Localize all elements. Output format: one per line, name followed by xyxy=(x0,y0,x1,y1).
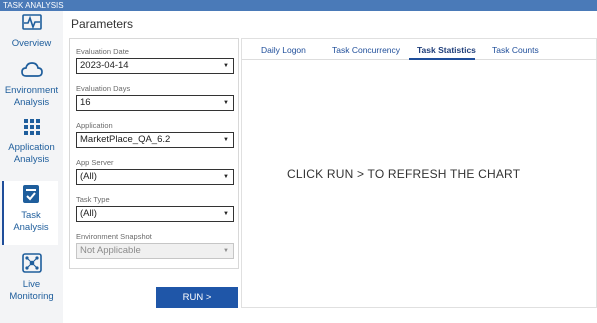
evaluation-days-value: 16 xyxy=(80,97,91,108)
sidebar: Overview Environment Analysis Applicatio… xyxy=(0,11,63,323)
evaluation-date-label: Evaluation Date xyxy=(76,47,129,56)
sidebar-item-task-analysis[interactable]: Task Analysis xyxy=(2,181,58,245)
chart-placeholder-message: CLICK RUN > TO REFRESH THE CHART xyxy=(287,167,521,181)
grid-icon xyxy=(0,118,63,140)
pulse-chart-icon xyxy=(0,14,63,36)
sidebar-item-application-analysis[interactable]: Application Analysis xyxy=(0,118,63,166)
run-button[interactable]: RUN > xyxy=(156,287,238,308)
active-tab-indicator xyxy=(409,58,475,60)
checklist-icon xyxy=(4,184,58,208)
chevron-down-icon: ▼ xyxy=(223,100,229,106)
sidebar-item-label: Task Analysis xyxy=(13,210,49,233)
tab-daily-logon[interactable]: Daily Logon xyxy=(261,45,306,55)
chart-panel: Daily Logon Task Concurrency Task Statis… xyxy=(241,38,597,308)
evaluation-days-label: Evaluation Days xyxy=(76,84,131,93)
environment-snapshot-select: Not Applicable ▼ xyxy=(76,243,234,259)
evaluation-date-select[interactable]: 2023-04-14 ▼ xyxy=(76,58,234,74)
sidebar-item-environment-analysis[interactable]: Environment Analysis xyxy=(0,61,63,109)
task-type-select[interactable]: (All) ▼ xyxy=(76,206,234,222)
page-title: Parameters xyxy=(71,17,134,31)
tab-task-statistics[interactable]: Task Statistics xyxy=(417,45,476,55)
window-title: TASK ANALYSIS xyxy=(0,0,597,11)
network-icon xyxy=(0,253,63,277)
sidebar-item-label: Overview xyxy=(11,38,52,49)
sidebar-item-live-monitoring[interactable]: Live Monitoring xyxy=(0,253,63,303)
environment-snapshot-label: Environment Snapshot xyxy=(76,232,152,241)
chevron-down-icon: ▼ xyxy=(223,211,229,217)
tab-task-concurrency[interactable]: Task Concurrency xyxy=(332,45,400,55)
chevron-down-icon: ▼ xyxy=(223,137,229,143)
app-server-label: App Server xyxy=(76,158,114,167)
evaluation-days-select[interactable]: 16 ▼ xyxy=(76,95,234,111)
tab-bar: Daily Logon Task Concurrency Task Statis… xyxy=(242,39,597,60)
app-server-value: (All) xyxy=(80,171,97,182)
sidebar-item-overview[interactable]: Overview xyxy=(0,14,63,50)
application-label: Application xyxy=(76,121,113,130)
task-type-label: Task Type xyxy=(76,195,110,204)
task-type-value: (All) xyxy=(80,208,97,219)
chevron-down-icon: ▼ xyxy=(223,248,229,254)
chevron-down-icon: ▼ xyxy=(223,174,229,180)
evaluation-date-value: 2023-04-14 xyxy=(80,60,129,71)
application-value: MarketPlace_QA_6.2 xyxy=(80,134,171,145)
cloud-icon xyxy=(0,61,63,83)
tab-task-counts[interactable]: Task Counts xyxy=(492,45,539,55)
sidebar-item-label: Environment Analysis xyxy=(4,85,59,108)
application-select[interactable]: MarketPlace_QA_6.2 ▼ xyxy=(76,132,234,148)
sidebar-item-label: Application Analysis xyxy=(8,142,55,165)
parameters-panel: Evaluation Date 2023-04-14 ▼ Evaluation … xyxy=(69,38,239,269)
sidebar-item-label: Live Monitoring xyxy=(9,279,54,302)
app-server-select[interactable]: (All) ▼ xyxy=(76,169,234,185)
environment-snapshot-value: Not Applicable xyxy=(80,245,141,256)
chevron-down-icon: ▼ xyxy=(223,63,229,69)
